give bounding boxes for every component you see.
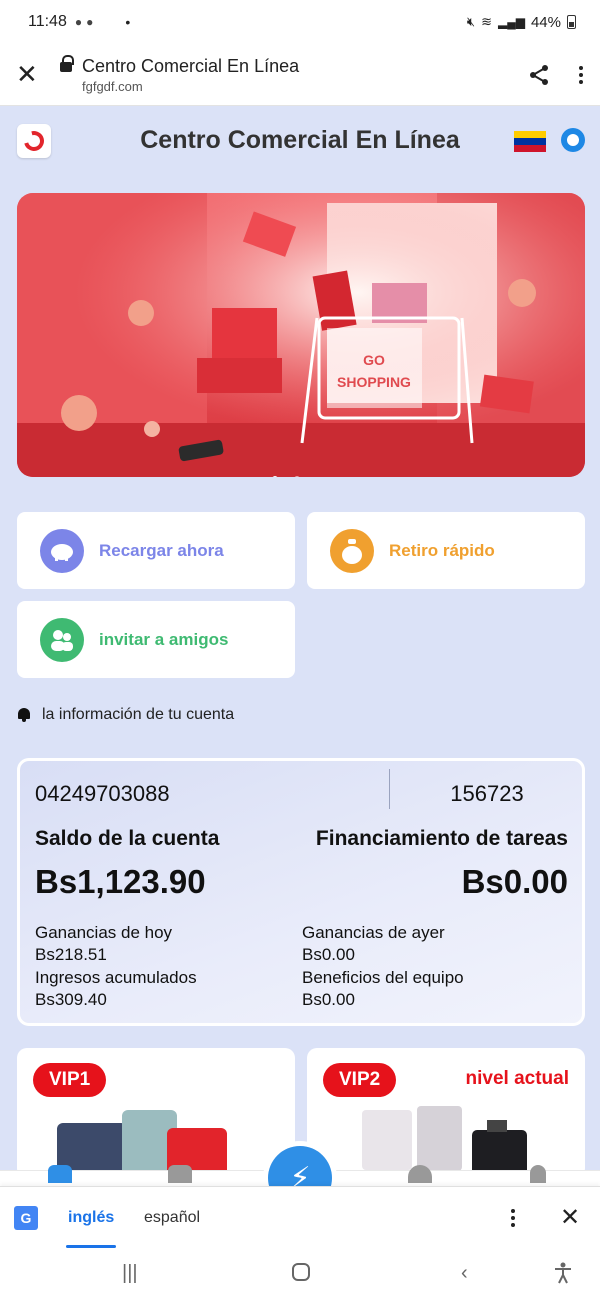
- share-icon[interactable]: [528, 64, 550, 86]
- task-funding-amount: Bs0.00: [461, 863, 568, 900]
- venezuela-flag-icon[interactable]: [514, 131, 546, 152]
- withdraw-label: Retiro rápido: [389, 540, 495, 560]
- accumulated-income-label: Ingresos acumulados: [35, 968, 197, 987]
- banner-sign-shopping: SHOPPING: [337, 374, 411, 390]
- withdraw-button[interactable]: Retiro rápido: [307, 512, 585, 589]
- status-right: 🔇︎ ≋ ▂▄▆ 44%: [467, 14, 576, 31]
- home-icon[interactable]: [291, 1262, 311, 1288]
- wifi-icon: ≋: [481, 14, 492, 29]
- close-tab-icon[interactable]: ✕: [16, 59, 46, 90]
- page-content: Centro Comercial En Línea GO SHOPPING Re…: [0, 106, 600, 1170]
- battery-icon: [567, 15, 576, 29]
- clothing-image: [57, 1110, 227, 1170]
- status-bar: 11:48 ● ● • 🔇︎ ≋ ▂▄▆ 44%: [0, 0, 600, 44]
- balance-amount: Bs1,123.90: [35, 863, 206, 900]
- account-card: 04249703088 156723 Saldo de la cuenta Fi…: [17, 758, 585, 1026]
- translate-close-icon[interactable]: ✕: [560, 1203, 580, 1232]
- google-translate-icon: G: [14, 1206, 38, 1230]
- yesterday-earnings-value: Bs0.00: [302, 945, 355, 964]
- account-code: 156723: [450, 781, 524, 806]
- yesterday-earnings-label: Ganancias de ayer: [302, 923, 445, 942]
- balance-label: Saldo de la cuenta: [35, 827, 220, 850]
- browser-title-block[interactable]: Centro Comercial En Línea fgfgdf.com: [82, 56, 299, 94]
- team-benefits-label: Beneficios del equipo: [302, 968, 464, 987]
- accessibility-icon[interactable]: [553, 1262, 573, 1290]
- profile-tab-icon[interactable]: [530, 1165, 546, 1183]
- account-info-text: la información de tu cuenta: [42, 706, 235, 723]
- banner-sign-go: GO: [363, 352, 385, 368]
- money-bag-icon: [330, 528, 374, 573]
- site-title: Centro Comercial En Línea: [140, 126, 460, 154]
- site-header: Centro Comercial En Línea: [0, 106, 600, 176]
- customer-service-icon[interactable]: [561, 128, 585, 152]
- browser-page-title: Centro Comercial En Línea: [82, 55, 300, 76]
- team-benefits-value: Bs0.00: [302, 990, 355, 1009]
- vip-card-1[interactable]: VIP1: [17, 1048, 295, 1170]
- back-icon[interactable]: ‹: [461, 1262, 468, 1285]
- friends-icon: [40, 617, 84, 662]
- tab-icon[interactable]: [408, 1165, 432, 1183]
- language-tab-spanish[interactable]: español: [144, 1209, 200, 1227]
- lock-icon[interactable]: [60, 54, 74, 75]
- status-time: 11:48: [28, 13, 67, 30]
- invite-friends-button[interactable]: invitar a amigos: [17, 601, 295, 678]
- notification-icon: ●: [86, 15, 94, 29]
- notification-dot-icon: •: [125, 14, 131, 30]
- tab-icon[interactable]: [168, 1165, 192, 1183]
- today-earnings-label: Ganancias de hoy: [35, 923, 173, 942]
- bell-icon: [17, 708, 31, 722]
- piggy-bank-icon: [40, 528, 84, 573]
- browser-url: fgfgdf.com: [82, 78, 143, 94]
- browser-menu-icon[interactable]: [578, 65, 584, 84]
- accumulated-income-value: Bs309.40: [35, 990, 107, 1009]
- notification-icon: ●: [74, 15, 83, 29]
- task-funding-label: Financiamiento de tareas: [315, 827, 568, 850]
- recharge-label: Recargar ahora: [99, 540, 224, 560]
- invite-label: invitar a amigos: [99, 629, 229, 649]
- browser-actions: [528, 64, 584, 86]
- recent-apps-icon[interactable]: |||: [122, 1262, 138, 1285]
- battery-level: 44%: [530, 13, 561, 31]
- perfume-image: [362, 1106, 527, 1170]
- account-info-notice: la información de tu cuenta: [17, 706, 234, 724]
- browser-toolbar: ✕ Centro Comercial En Línea fgfgdf.com: [0, 44, 600, 106]
- signal-icon: ▂▄▆: [498, 15, 525, 29]
- today-earnings-value: Bs218.51: [35, 945, 107, 964]
- home-tab-icon[interactable]: [48, 1165, 72, 1183]
- account-phone: 04249703088: [35, 781, 170, 806]
- recharge-button[interactable]: Recargar ahora: [17, 512, 295, 589]
- mute-icon: 🔇︎: [466, 14, 476, 29]
- language-tab-english[interactable]: inglés: [65, 1209, 117, 1248]
- banner-illustration: GO SHOPPING: [17, 193, 585, 477]
- system-nav-bar: ||| ‹: [0, 1248, 600, 1300]
- translate-bar: G inglés español ✕: [0, 1186, 600, 1248]
- vip-card-2[interactable]: VIP2 nivel actual: [307, 1048, 585, 1170]
- promo-banner[interactable]: GO SHOPPING: [17, 193, 585, 477]
- translate-menu-icon[interactable]: [510, 1209, 516, 1227]
